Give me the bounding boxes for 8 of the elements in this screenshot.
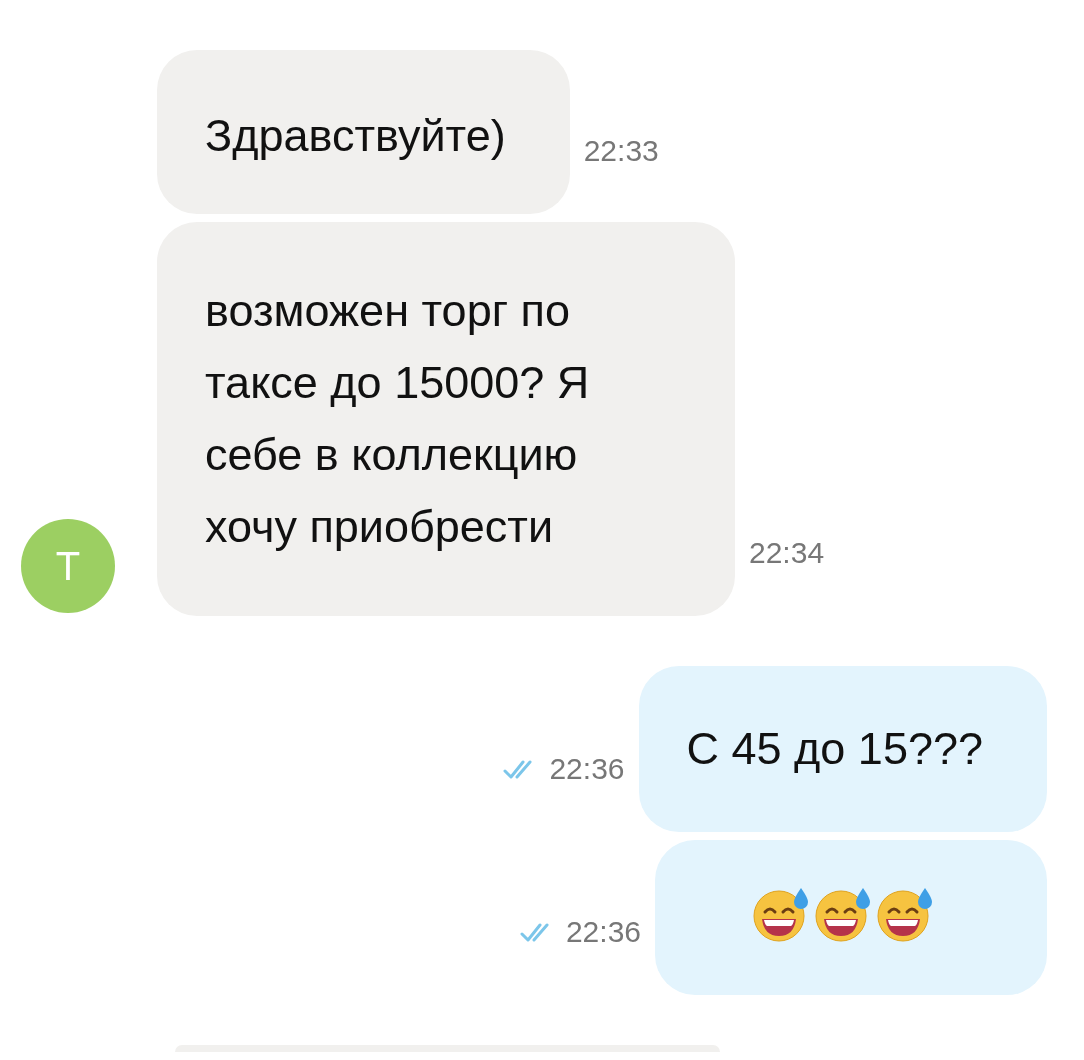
message-time: 22:33 [583,134,659,168]
message-text: возможен торг по таксе до 15000? Я себе в коллекцию хочу приобрести [205,285,590,552]
avatar[interactable]: T [21,519,115,613]
message-text: Здравствуйте) [205,110,506,161]
message-time: 22:36 [549,752,625,786]
message-time: 22:36 [565,915,641,949]
message-time: 22:34 [749,536,825,570]
message-text: С 45 до 15??? [686,723,983,774]
